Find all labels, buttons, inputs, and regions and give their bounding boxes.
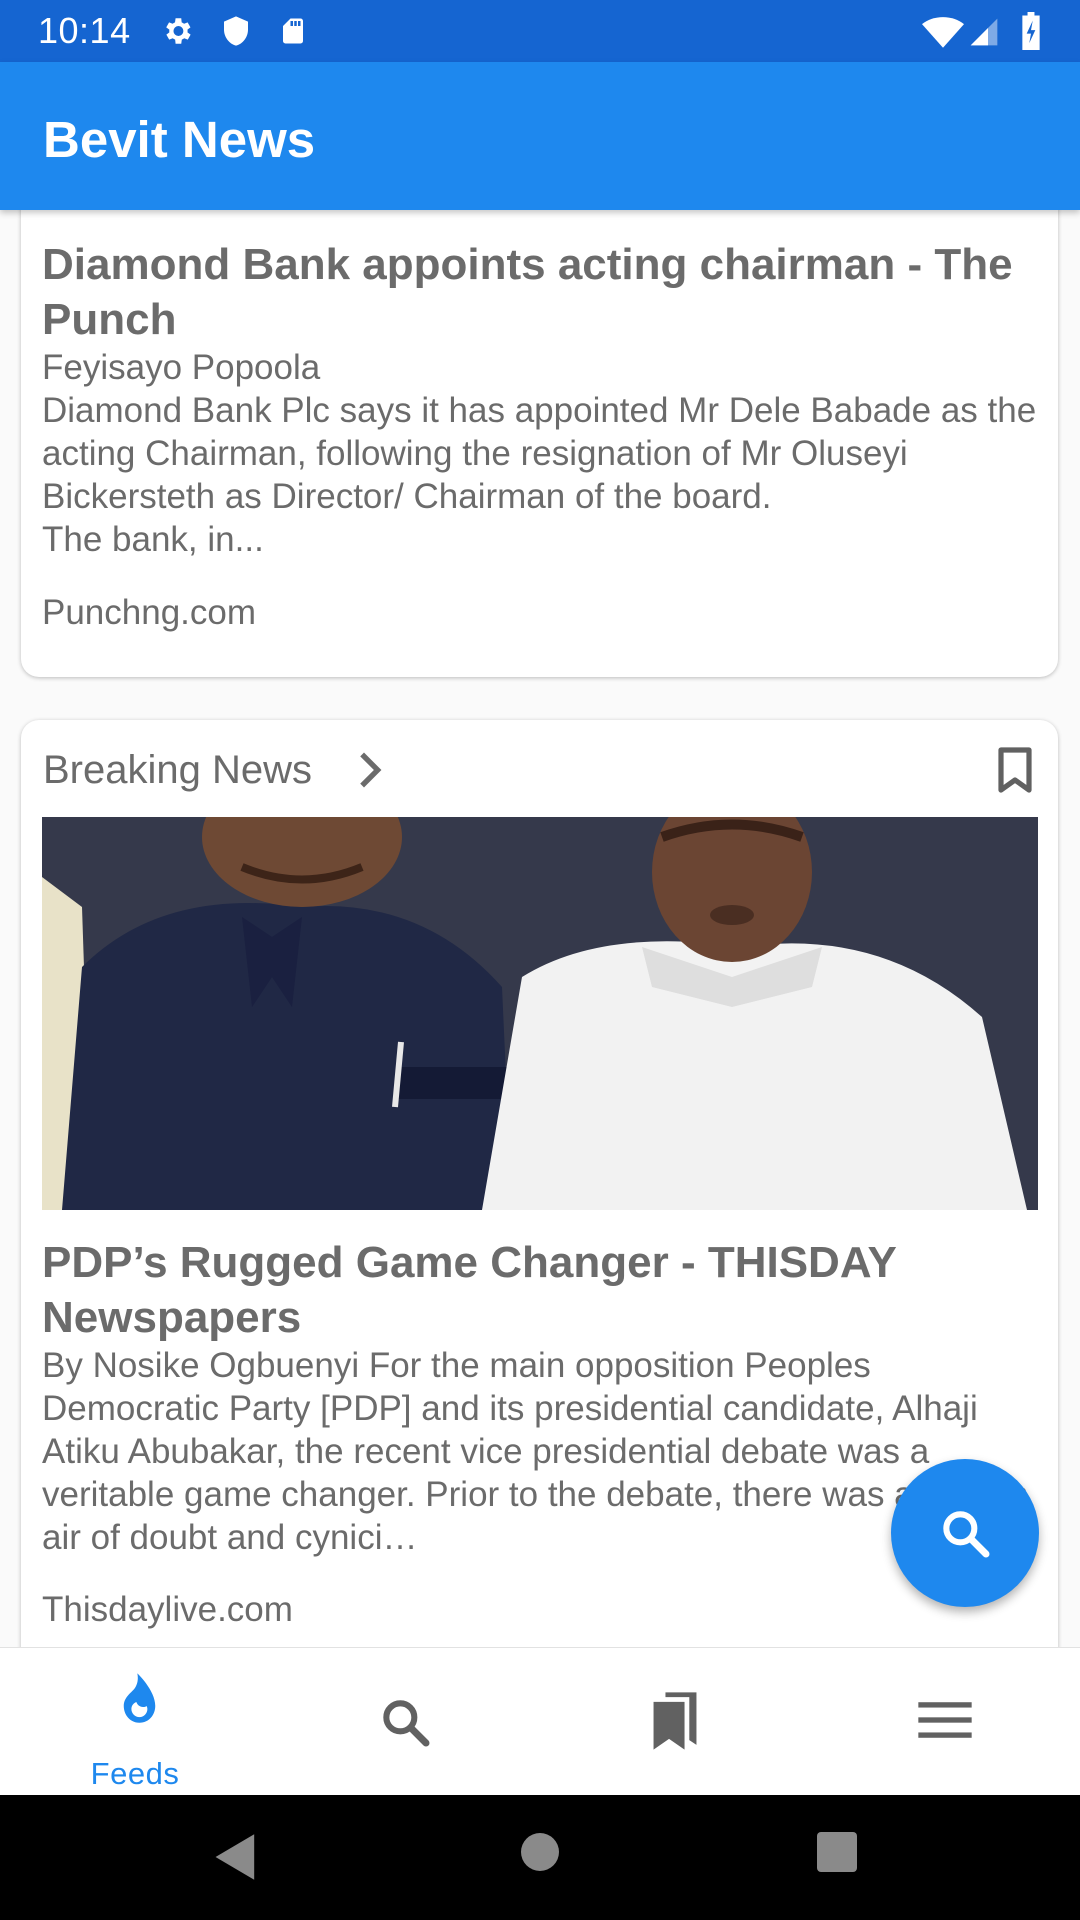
app-title: Bevit News	[43, 111, 316, 168]
wifi-icon	[922, 16, 964, 53]
bottom-navigation: Feeds	[0, 1647, 1080, 1795]
settings-icon	[160, 14, 194, 53]
article-source: Thisdaylive.com	[42, 1590, 293, 1629]
menu-icon	[918, 1700, 972, 1745]
search-icon	[377, 1694, 433, 1755]
sd-card-icon	[278, 14, 308, 53]
search-icon	[937, 1505, 993, 1561]
article-image[interactable]	[42, 817, 1038, 1210]
flame-icon	[108, 1670, 162, 1731]
status-bar: 10:14	[0, 0, 1080, 62]
bookmark-icon[interactable]	[987, 742, 1043, 798]
nav-item-feeds[interactable]: Feeds	[0, 1648, 270, 1795]
nav-item-bookmarks[interactable]	[540, 1648, 810, 1795]
signal-icon	[968, 16, 1000, 53]
recents-icon[interactable]	[817, 1832, 857, 1877]
nav-item-menu[interactable]	[810, 1648, 1080, 1795]
article-card[interactable]: Diamond Bank appoints acting chairman - …	[21, 210, 1058, 677]
article-title[interactable]: PDP’s Rugged Game Changer - THISDAY News…	[42, 1235, 1032, 1345]
app-bar: Bevit News	[0, 62, 1080, 210]
bookmarks-icon	[648, 1690, 702, 1757]
news-feed[interactable]: Diamond Bank appoints acting chairman - …	[0, 210, 1080, 1647]
chevron-right-icon	[356, 750, 386, 790]
status-time: 10:14	[38, 10, 131, 51]
category-label: Breaking News	[43, 747, 313, 792]
shield-icon	[220, 14, 252, 53]
nav-label-feeds: Feeds	[90, 1756, 180, 1791]
battery-icon	[1020, 12, 1042, 55]
category-link[interactable]: Breaking News	[43, 742, 386, 798]
nav-item-search[interactable]	[270, 1648, 540, 1795]
article-title[interactable]: Diamond Bank appoints acting chairman - …	[42, 237, 1032, 347]
back-icon[interactable]	[212, 1832, 260, 1887]
home-icon[interactable]	[521, 1833, 559, 1876]
system-navigation-bar	[0, 1794, 1080, 1920]
article-description: Feyisayo Popoola Diamond Bank Plc says i…	[42, 348, 1037, 559]
search-fab-button[interactable]	[891, 1459, 1039, 1607]
article-source: Punchng.com	[42, 593, 257, 632]
